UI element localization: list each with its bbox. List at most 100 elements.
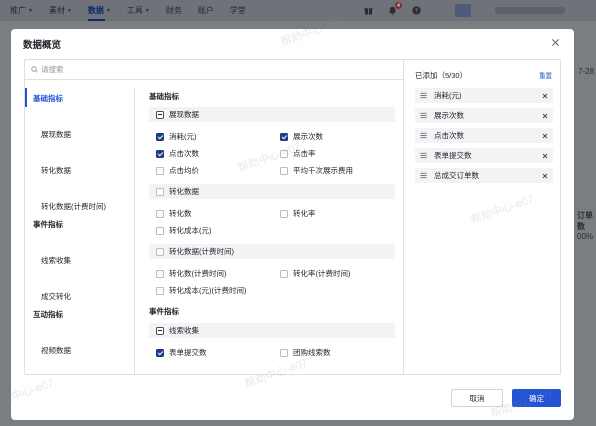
option-conversions[interactable]: 转化数 xyxy=(156,208,192,219)
nav-item-display-data[interactable]: 展现数据 xyxy=(41,129,71,140)
added-item[interactable]: 点击次数 xyxy=(415,128,553,143)
topnav-item-promotion[interactable]: 推广 ▼ xyxy=(10,0,33,21)
checkbox[interactable] xyxy=(156,286,164,295)
nav-active-indicator xyxy=(25,88,27,107)
checkbox[interactable] xyxy=(156,166,164,175)
nav-group-basic-metrics[interactable]: 基础指标 xyxy=(33,93,63,104)
option-label: 展示次数 xyxy=(293,132,323,141)
option-conversion-rate[interactable]: 转化率 xyxy=(280,208,316,219)
option-clicks[interactable]: 点击次数 xyxy=(156,148,199,159)
topnav-item-assets[interactable]: 素材 ▼ xyxy=(49,0,72,21)
option-cpc[interactable]: 点击均价 xyxy=(156,165,199,176)
option-impressions[interactable]: 展示次数 xyxy=(280,131,323,142)
option-label: 点击次数 xyxy=(169,149,199,158)
cancel-button[interactable]: 取消 xyxy=(451,389,503,407)
search-icon xyxy=(31,66,38,73)
checkbox[interactable] xyxy=(280,209,288,218)
nav-item-deal-conversion[interactable]: 成交转化 xyxy=(41,291,71,302)
group-display-data[interactable]: 展现数据 xyxy=(149,107,395,122)
option-conversion-cost[interactable]: 转化成本(元) xyxy=(156,225,212,236)
background-metric-snippet: 订单数 xyxy=(577,211,593,231)
added-item-label: 消耗(元) xyxy=(434,91,462,100)
drag-handle-icon[interactable] xyxy=(420,172,427,179)
option-conversion-cost-billing[interactable]: 转化成本(元)(计费时间) xyxy=(156,285,247,296)
background-percent-snippet: 00% xyxy=(577,232,594,241)
chevron-down-icon: ▼ xyxy=(105,7,111,14)
checkbox[interactable] xyxy=(156,209,164,218)
topnav-item-academy[interactable]: 学堂 xyxy=(230,0,246,21)
chevron-down-icon: ▼ xyxy=(144,7,150,14)
topnav-label: 推广 xyxy=(10,6,26,15)
group-checkbox[interactable] xyxy=(156,110,164,119)
added-item[interactable]: 消耗(元) xyxy=(415,88,553,103)
group-checkbox[interactable] xyxy=(156,247,164,256)
nav-item-lead-collection[interactable]: 线索收集 xyxy=(41,255,71,266)
nav-item-conversion-billing[interactable]: 转化数据(计费时间) xyxy=(41,201,106,212)
remove-icon[interactable] xyxy=(542,132,548,139)
option-label: 转化成本(元) xyxy=(169,226,212,235)
drag-handle-icon[interactable] xyxy=(420,112,427,119)
group-conversion-billing[interactable]: 转化数据(计费时间) xyxy=(149,244,395,259)
option-conversions-billing[interactable]: 转化数(计费时间) xyxy=(156,268,227,279)
nav-group-interaction-metrics[interactable]: 互动指标 xyxy=(33,309,63,320)
help-icon[interactable]: ? xyxy=(412,6,421,15)
checkbox[interactable] xyxy=(156,269,164,278)
group-label: 转化数据(计费时间) xyxy=(169,247,234,256)
option-ctr[interactable]: 点击率 xyxy=(280,148,316,159)
checkbox[interactable] xyxy=(156,226,164,235)
option-label: 消耗(元) xyxy=(169,132,197,141)
group-label: 转化数据 xyxy=(169,187,199,196)
added-item[interactable]: 展示次数 xyxy=(415,108,553,123)
option-conversion-rate-billing[interactable]: 转化率(计费时间) xyxy=(280,268,351,279)
option-label: 转化率 xyxy=(293,209,316,218)
group-label: 展现数据 xyxy=(169,110,199,119)
checkbox[interactable] xyxy=(156,149,164,158)
option-form-submissions[interactable]: 表单提交数 xyxy=(156,347,207,358)
topnav-item-tools[interactable]: 工具 ▼ xyxy=(127,0,150,21)
nav-item-conversion-data[interactable]: 转化数据 xyxy=(41,165,71,176)
checkbox[interactable] xyxy=(156,132,164,141)
added-item[interactable]: 总成交订单数 xyxy=(415,168,553,183)
added-item-label: 总成交订单数 xyxy=(434,171,479,180)
group-checkbox[interactable] xyxy=(156,187,164,196)
checkbox[interactable] xyxy=(280,348,288,357)
checkbox[interactable] xyxy=(156,348,164,357)
chevron-down-icon: ▼ xyxy=(28,7,33,14)
search-input[interactable] xyxy=(41,65,341,74)
nav-item-video-data[interactable]: 视频数据 xyxy=(41,345,71,356)
remove-icon[interactable] xyxy=(542,172,548,179)
option-cpm[interactable]: 平均千次展示费用 xyxy=(280,165,353,176)
section-title-basic: 基础指标 xyxy=(149,92,179,101)
checkbox[interactable] xyxy=(280,166,288,175)
option-cost[interactable]: 消耗(元) xyxy=(156,131,197,142)
remove-icon[interactable] xyxy=(542,92,548,99)
confirm-button[interactable]: 确定 xyxy=(512,389,561,407)
checkbox[interactable] xyxy=(280,149,288,158)
checkbox[interactable] xyxy=(280,269,288,278)
group-checkbox[interactable] xyxy=(156,326,164,335)
remove-icon[interactable] xyxy=(542,112,548,119)
option-label: 转化数 xyxy=(169,209,192,218)
group-lead-collection[interactable]: 线索收集 xyxy=(149,323,395,338)
bell-icon[interactable]: 4 xyxy=(388,2,402,15)
selected-metrics-area: 已添加（5/30） 重置 消耗(元) 展示次数 点击次数 表单提交数 总成交订单… xyxy=(405,60,561,374)
avatar[interactable] xyxy=(455,4,471,17)
checkbox[interactable] xyxy=(280,132,288,141)
topnav-item-data[interactable]: 数据 ▼ xyxy=(87,0,111,21)
drag-handle-icon[interactable] xyxy=(420,152,427,159)
added-item[interactable]: 表单提交数 xyxy=(415,148,553,163)
reset-button[interactable]: 重置 xyxy=(539,70,552,80)
drag-handle-icon[interactable] xyxy=(420,92,427,99)
topnav-item-finance[interactable]: 财务 xyxy=(166,0,182,21)
drag-handle-icon[interactable] xyxy=(420,132,427,139)
added-item-label: 点击次数 xyxy=(434,131,464,140)
gift-icon[interactable] xyxy=(364,6,373,15)
remove-icon[interactable] xyxy=(542,152,548,159)
close-icon[interactable] xyxy=(551,38,560,47)
topnav-item-account[interactable]: 账户 xyxy=(198,0,214,21)
search-bar[interactable] xyxy=(25,60,403,80)
option-group-buy-leads[interactable]: 团购线索数 xyxy=(280,347,331,358)
nav-group-event-metrics[interactable]: 事件指标 xyxy=(33,219,63,230)
topnav-label: 财务 xyxy=(165,6,182,15)
group-conversion-data[interactable]: 转化数据 xyxy=(149,184,395,199)
